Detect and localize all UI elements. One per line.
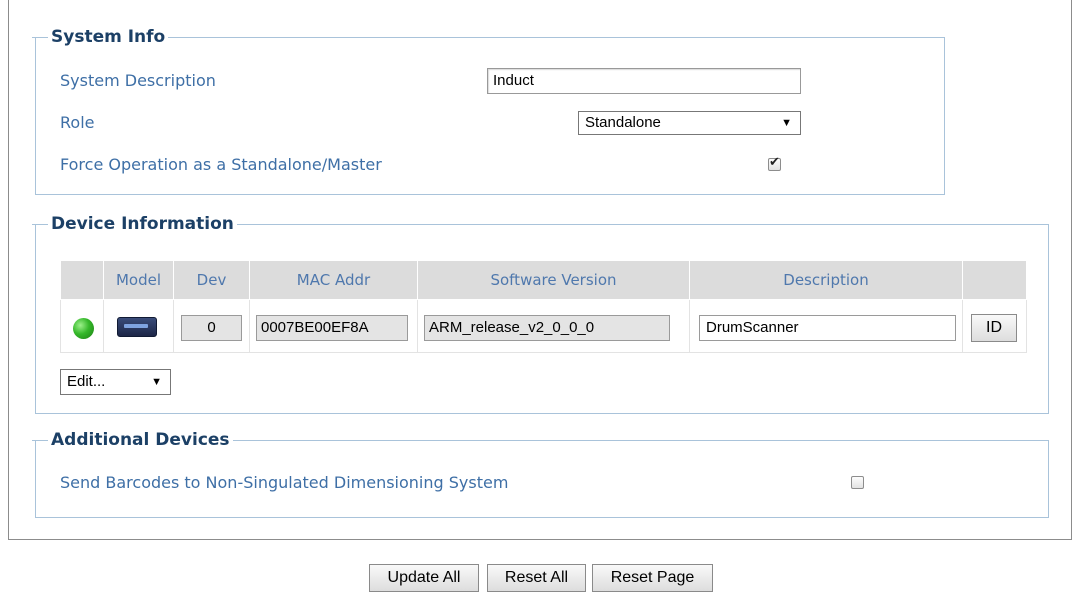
device-info-section: Device Information Model Dev MAC Addr So…	[32, 213, 1049, 414]
reset-page-button[interactable]: Reset Page	[592, 564, 713, 592]
column-header-description: Description	[689, 260, 963, 300]
column-header-dev: Dev	[173, 260, 250, 300]
column-header-status	[60, 260, 104, 300]
role-select[interactable]: Standalone ▼	[578, 111, 801, 135]
force-standalone-checkbox[interactable]: ✔	[768, 155, 781, 171]
chevron-down-icon: ▼	[151, 376, 162, 388]
status-led-icon	[73, 318, 94, 339]
reset-all-button[interactable]: Reset All	[487, 564, 586, 592]
role-select-value: Standalone	[585, 114, 661, 131]
id-cell: ID	[962, 299, 1027, 353]
dev-cell: 0	[173, 299, 250, 353]
column-header-model: Model	[103, 260, 174, 300]
status-cell	[60, 299, 104, 353]
device-table-header: Model Dev MAC Addr Software Version Desc…	[60, 260, 1027, 300]
send-barcodes-checkbox[interactable]	[851, 476, 864, 489]
column-header-software-version: Software Version	[417, 260, 690, 300]
mac-address-field: 0007BE00EF8A	[256, 315, 408, 341]
system-info-section: System Info System Description Induct Ro…	[31, 26, 945, 195]
column-header-actions	[962, 260, 1027, 300]
device-table: Model Dev MAC Addr Software Version Desc…	[60, 260, 1027, 353]
model-cell	[103, 299, 174, 353]
scanner-icon	[117, 317, 157, 337]
device-description-input[interactable]: DrumScanner	[699, 315, 956, 341]
mac-cell: 0007BE00EF8A	[249, 299, 418, 353]
description-cell: DrumScanner	[689, 299, 963, 353]
id-button[interactable]: ID	[971, 314, 1017, 342]
table-row: 0 0007BE00EF8A ARM_release_v2_0_0_0 Drum…	[60, 299, 1027, 353]
system-description-input[interactable]: Induct	[487, 68, 801, 94]
checkmark-icon: ✔	[769, 155, 780, 170]
update-all-button[interactable]: Update All	[369, 564, 479, 592]
role-label: Role	[60, 113, 95, 132]
system-info-legend: System Info	[31, 26, 169, 48]
device-info-legend: Device Information	[32, 213, 237, 235]
dev-field: 0	[181, 315, 242, 341]
software-version-cell: ARM_release_v2_0_0_0	[417, 299, 690, 353]
send-barcodes-label: Send Barcodes to Non-Singulated Dimensio…	[60, 473, 509, 492]
system-description-label: System Description	[60, 71, 216, 90]
software-version-field: ARM_release_v2_0_0_0	[424, 315, 670, 341]
column-header-mac-addr: MAC Addr	[249, 260, 418, 300]
additional-devices-legend: Additional Devices	[32, 429, 233, 451]
force-standalone-label: Force Operation as a Standalone/Master	[60, 155, 382, 174]
settings-panel: System Info System Description Induct Ro…	[8, 0, 1072, 540]
chevron-down-icon: ▼	[781, 117, 792, 129]
edit-select-value: Edit...	[67, 373, 106, 390]
additional-devices-section: Additional Devices Send Barcodes to Non-…	[32, 429, 1049, 518]
edit-select[interactable]: Edit... ▼	[60, 369, 171, 395]
